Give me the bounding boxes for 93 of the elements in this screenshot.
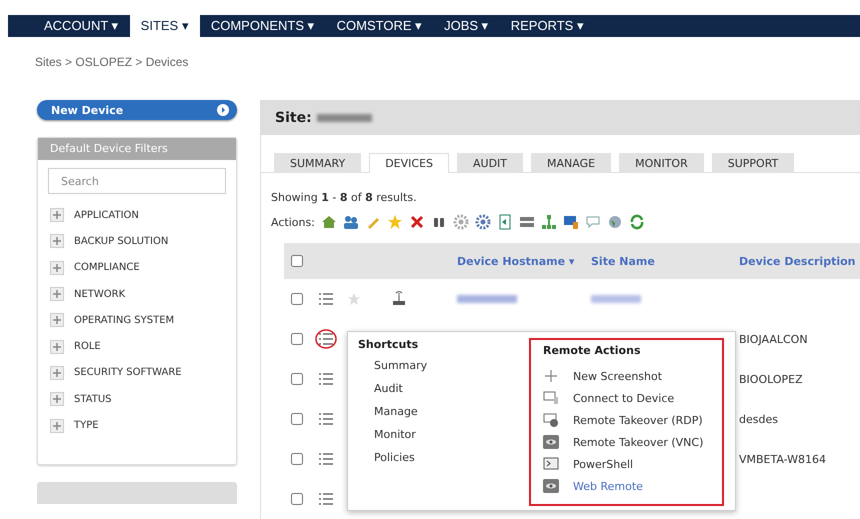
menu-item[interactable]: Connect to Device: [543, 387, 722, 409]
star-icon[interactable]: [386, 214, 403, 230]
row-menu-icon[interactable]: [319, 413, 333, 425]
tab[interactable]: AUDIT: [457, 153, 524, 173]
site-label: Site:: [275, 110, 312, 126]
new-device-button[interactable]: New Device: [37, 100, 237, 120]
menu-item[interactable]: Audit: [358, 382, 518, 405]
monitor-icon[interactable]: [562, 214, 579, 230]
menu-item[interactable]: New Screenshot: [543, 365, 722, 387]
menu-item[interactable]: Policies: [358, 451, 518, 474]
menu-item[interactable]: Remote Takeover (VNC): [543, 431, 722, 453]
chat-bubble-icon[interactable]: [584, 214, 601, 230]
row-checkbox[interactable]: [291, 413, 303, 425]
table-cell-text: VMBETA-W8164: [739, 452, 828, 466]
expand-icon[interactable]: [50, 418, 64, 433]
nav-menu-item[interactable]: COMPONENTS ▾: [200, 15, 326, 37]
results-count: Showing 1 - 8 of 8 results.: [271, 191, 417, 204]
tab[interactable]: DEVICES: [369, 153, 450, 173]
menu-item[interactable]: PowerShell: [543, 453, 722, 475]
row-checkbox[interactable]: [291, 333, 303, 345]
row-menu-icon[interactable]: [319, 493, 333, 505]
table-cell-text: BIOJAALCON: [739, 332, 809, 346]
gear-icon[interactable]: [474, 214, 491, 230]
row-menu-icon[interactable]: [319, 453, 333, 465]
expand-icon[interactable]: [50, 340, 64, 354]
nav-menu-item[interactable]: ACCOUNT ▾: [33, 15, 130, 37]
table-cell-text: BIOOLOPEZ: [739, 372, 804, 386]
filter-category[interactable]: NETWORK: [74, 288, 126, 300]
table-cell-text: desdes: [739, 412, 779, 426]
network-icon[interactable]: [540, 214, 557, 230]
expand-icon[interactable]: [50, 260, 64, 275]
row-checkbox[interactable]: [291, 293, 303, 305]
house-icon[interactable]: [320, 214, 337, 230]
actions-label: Actions:: [271, 216, 315, 228]
users-icon[interactable]: [342, 214, 359, 230]
star-icon[interactable]: [347, 292, 361, 306]
menu-item[interactable]: Remote Takeover (RDP): [543, 409, 722, 431]
blurred-text: [316, 114, 372, 122]
row-checkbox[interactable]: [291, 373, 303, 385]
filter-category[interactable]: BACKUP SOLUTION: [74, 236, 168, 247]
select-all-checkbox[interactable]: [291, 255, 303, 267]
nav-menu-item[interactable]: JOBS ▾: [433, 15, 500, 37]
filter-category[interactable]: OPERATING SYSTEM: [74, 314, 174, 326]
tab[interactable]: SUPPORT: [712, 153, 794, 173]
expand-icon[interactable]: [50, 366, 64, 380]
tab[interactable]: MONITOR: [619, 153, 704, 173]
filter-category[interactable]: STATUS: [74, 394, 112, 405]
filter-category[interactable]: ROLE: [74, 341, 101, 352]
row-checkbox[interactable]: [291, 493, 303, 505]
router-icon: [391, 291, 407, 307]
column-header[interactable]: Device Hostname ▾: [457, 254, 591, 268]
blurred-text: [457, 295, 517, 303]
server-icon[interactable]: [518, 214, 535, 230]
gear-icon[interactable]: [452, 214, 469, 230]
terminal-icon: [543, 457, 559, 471]
menu-item[interactable]: Manage: [358, 405, 518, 428]
document-icon[interactable]: [496, 214, 513, 230]
expand-icon[interactable]: [50, 234, 64, 248]
refresh-icon[interactable]: [628, 214, 645, 230]
column-header[interactable]: Device Description: [739, 254, 860, 268]
row-checkbox[interactable]: [291, 453, 303, 465]
row-menu-icon[interactable]: [319, 293, 333, 305]
eye-icon: [543, 479, 559, 493]
tab[interactable]: MANAGE: [531, 153, 612, 173]
breadcrumb: Sites > OSLOPEZ > Devices: [35, 55, 188, 69]
monitor-icon: [543, 413, 559, 427]
nav-menu-item[interactable]: REPORTS ▾: [500, 15, 595, 37]
menu-section-title: Shortcuts: [358, 338, 420, 351]
row-menu-icon[interactable]: [319, 373, 333, 385]
monitor-icon: [543, 391, 559, 405]
nav-menu-item[interactable]: COMSTORE ▾: [326, 15, 434, 37]
search-field[interactable]: Search: [48, 168, 226, 194]
panel-title: Default Device Filters: [38, 138, 236, 160]
menu-item[interactable]: Summary: [358, 359, 518, 382]
menu-item[interactable]: Monitor: [358, 428, 518, 451]
filter-category[interactable]: SECURITY SOFTWARE: [74, 367, 182, 378]
expand-icon[interactable]: [50, 287, 64, 302]
filter-category[interactable]: TYPE: [74, 420, 99, 432]
expand-icon[interactable]: [50, 392, 64, 406]
column-header[interactable]: Site Name: [591, 254, 739, 268]
nav-menu-item[interactable]: SITES ▾: [130, 15, 200, 37]
blurred-text: [591, 295, 641, 303]
filter-category[interactable]: APPLICATION: [74, 210, 139, 221]
arrow-circle-icon: [217, 104, 229, 116]
expand-icon[interactable]: [50, 313, 64, 328]
eye-icon: [543, 435, 559, 449]
tab[interactable]: SUMMARY: [274, 153, 362, 173]
crosshair-icon: [543, 369, 559, 383]
filter-category[interactable]: COMPLIANCE: [74, 262, 140, 274]
menu-section-title: Remote Actions: [543, 344, 642, 357]
menu-item[interactable]: Web Remote: [543, 475, 722, 497]
delete-icon[interactable]: [408, 214, 425, 230]
expand-icon[interactable]: [50, 208, 64, 222]
